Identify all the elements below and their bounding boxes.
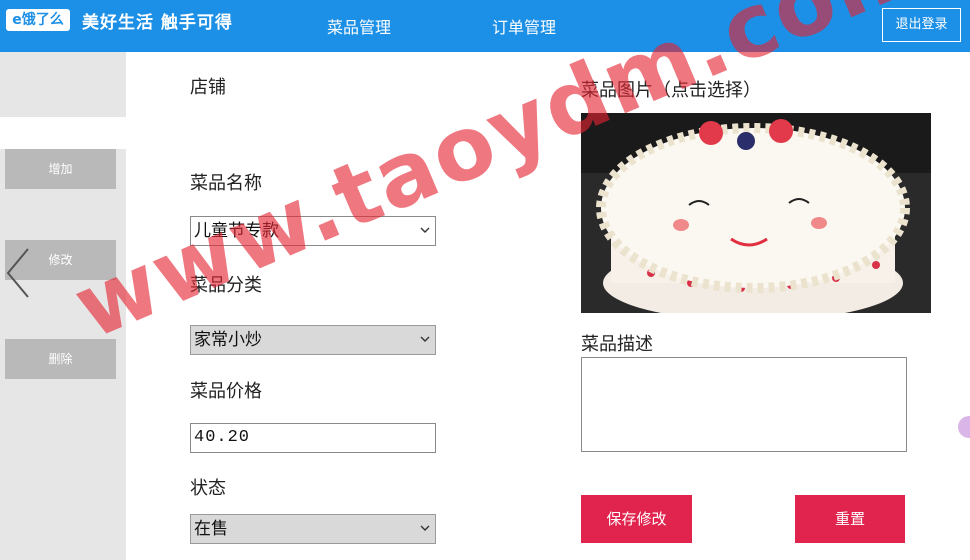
cake-illustration <box>581 113 931 313</box>
save-changes-button[interactable]: 保存修改 <box>581 495 692 543</box>
chevron-down-icon <box>420 525 430 531</box>
slogan: 美好生活 触手可得 <box>82 13 233 33</box>
shop-label: 店铺 <box>190 77 226 98</box>
description-label: 菜品描述 <box>581 334 653 355</box>
description-textarea[interactable] <box>581 357 907 452</box>
add-button[interactable]: 增加 <box>5 149 116 189</box>
chevron-left-icon[interactable] <box>2 243 42 303</box>
category-value: 家常小炒 <box>194 330 262 350</box>
chevron-down-icon <box>420 227 430 233</box>
status-select[interactable]: 在售 <box>190 514 436 544</box>
price-input[interactable]: 40.20 <box>190 423 436 453</box>
dish-image[interactable] <box>581 113 931 313</box>
nav-dish-management[interactable]: 菜品管理 <box>327 14 391 38</box>
status-value: 在售 <box>194 519 228 539</box>
sidebar-divider <box>0 117 126 149</box>
nav-order-management[interactable]: 订单管理 <box>492 14 556 38</box>
price-label: 菜品价格 <box>190 381 262 402</box>
reset-button[interactable]: 重置 <box>795 495 905 543</box>
eleme-logo[interactable]: e饿了么 <box>6 9 70 31</box>
category-select[interactable]: 家常小炒 <box>190 325 436 355</box>
status-label: 状态 <box>190 478 226 499</box>
chevron-down-icon <box>420 336 430 342</box>
floating-dot[interactable] <box>958 416 970 438</box>
